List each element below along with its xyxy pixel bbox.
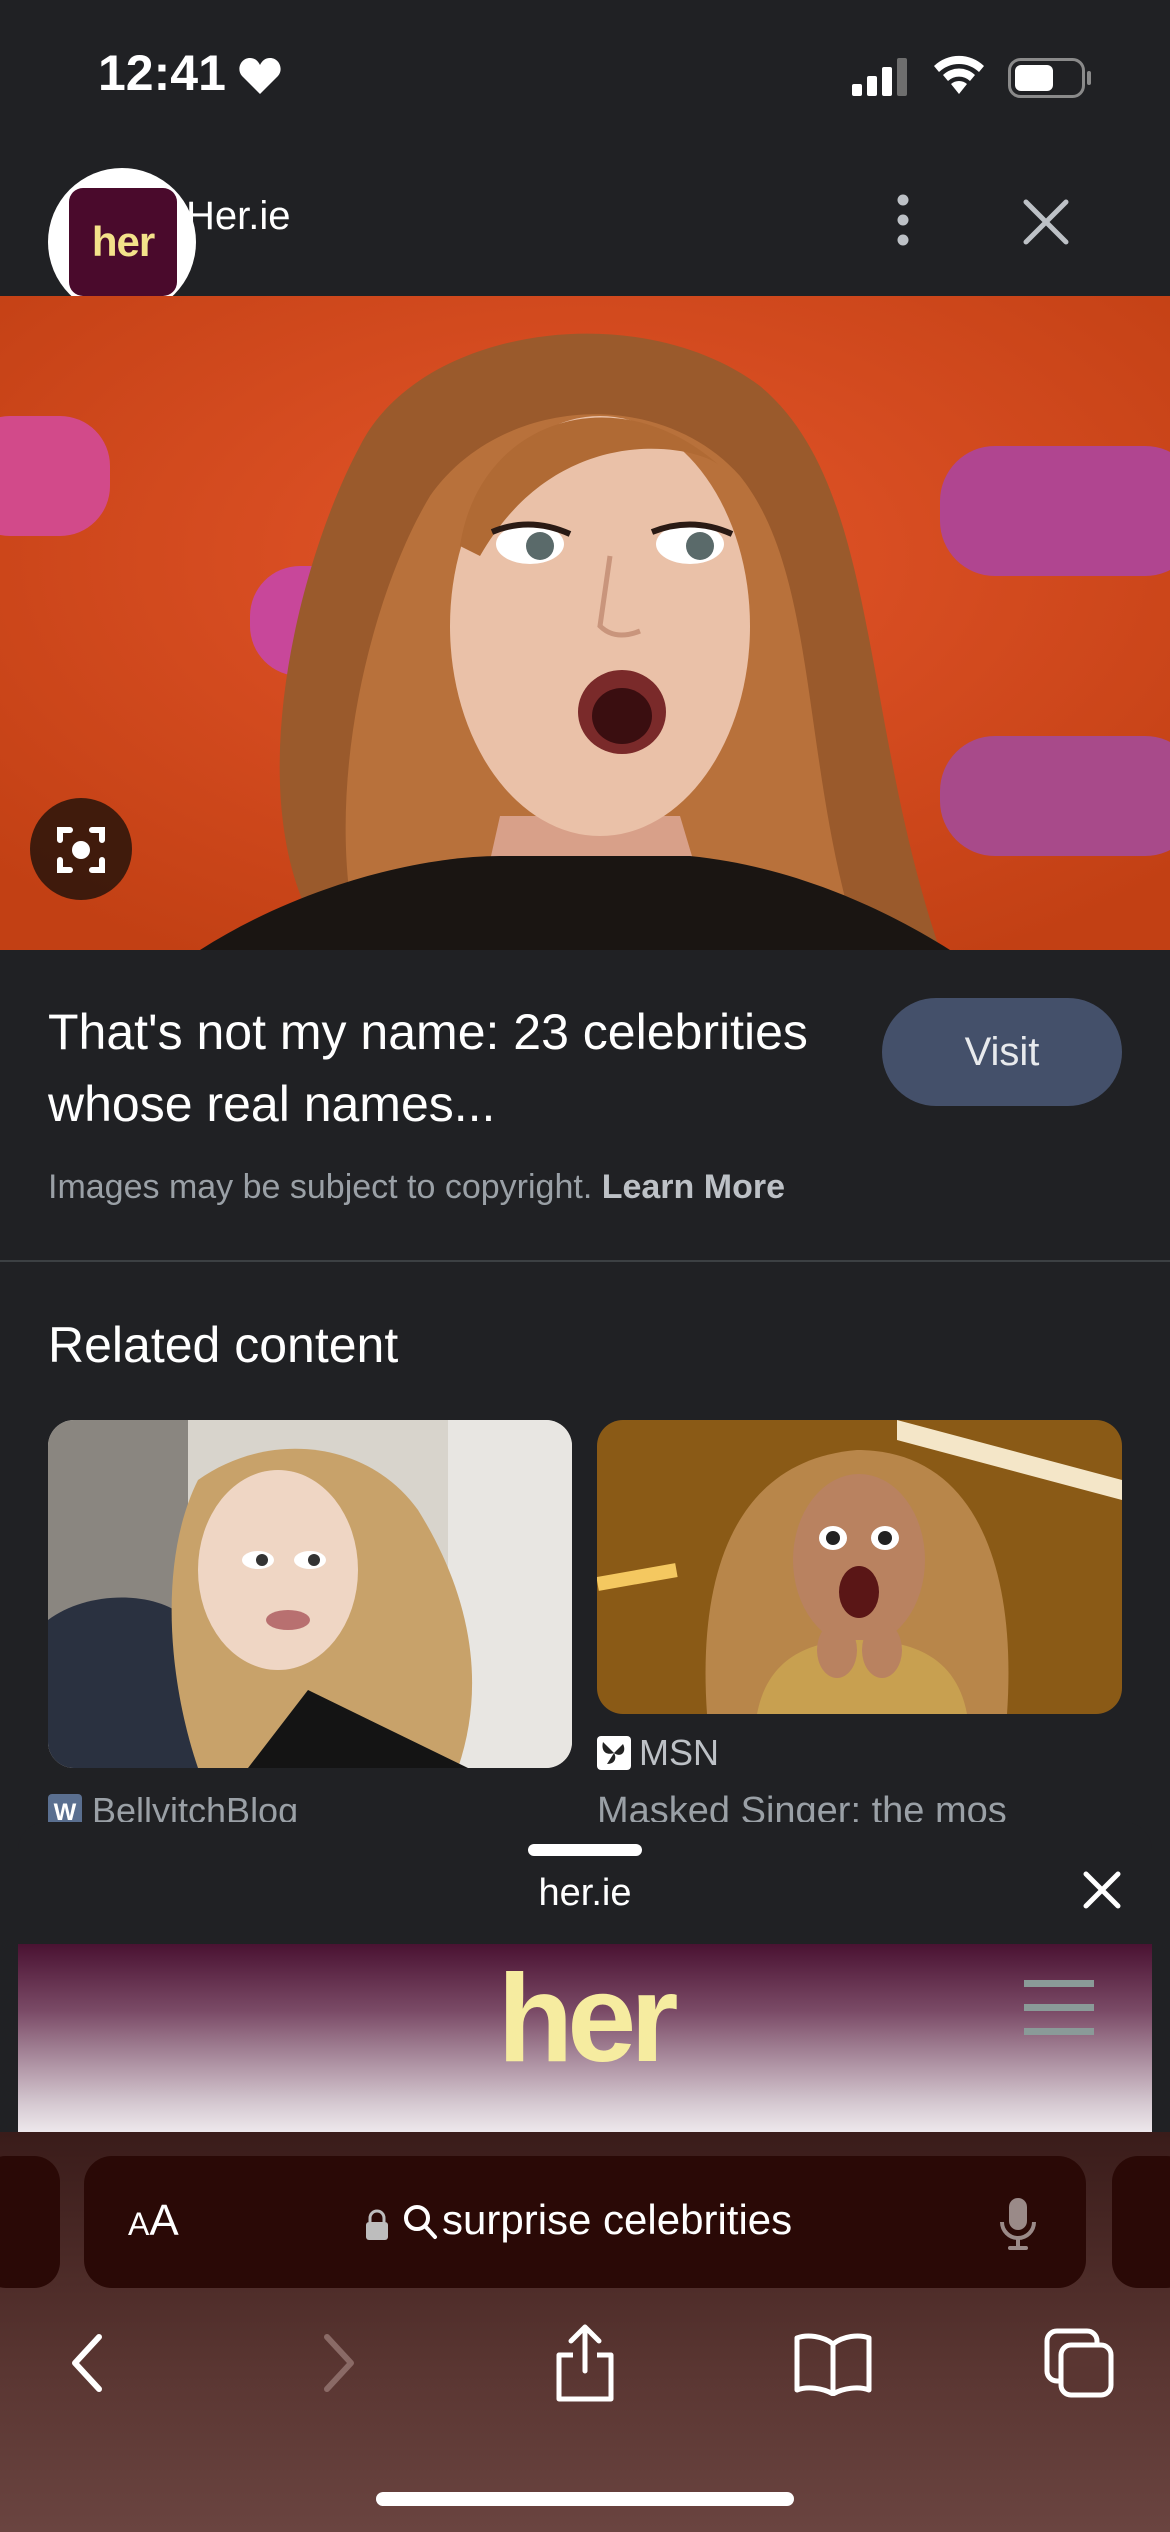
back-icon[interactable] [42,2318,132,2408]
learn-more-link[interactable]: Learn More [602,1168,785,1206]
close-icon[interactable] [1020,196,1072,248]
result-title[interactable]: That's not my name: 23 celebrities whose… [48,996,858,1140]
main-image[interactable] [0,296,1170,950]
related-image-2[interactable] [597,1420,1122,1714]
related-source-2: MSN [597,1732,719,1774]
previous-tab-peek[interactable] [0,2156,60,2288]
forward-icon[interactable] [294,2318,384,2408]
wifi-icon [932,54,986,101]
mic-icon[interactable] [998,2196,1038,2257]
related-heading: Related content [48,1317,399,1373]
site-logo: her [497,1950,679,2088]
hamburger-menu-icon[interactable] [1024,1978,1094,2038]
source-name[interactable]: Her.ie [186,194,291,239]
site-preview[interactable]: her [18,1944,1152,2132]
visit-button[interactable]: Visit [882,998,1122,1106]
more-vert-icon[interactable] [880,188,926,252]
sheet-drag-handle[interactable] [528,1844,642,1856]
share-icon[interactable] [540,2318,630,2408]
close-icon[interactable] [1078,1866,1126,1914]
her-logo: her [69,188,177,296]
lens-icon[interactable] [30,798,132,900]
lock-icon [364,2208,390,2247]
bookmarks-icon[interactable] [788,2318,878,2408]
related-source-label-2: MSN [639,1732,719,1773]
copyright-notice: Images may be subject to copyright. Lear… [48,1168,785,1207]
address-text[interactable]: surprise celebrities [442,2196,792,2244]
home-indicator[interactable] [376,2492,794,2506]
preview-sheet[interactable]: her.ie her [18,1822,1152,2132]
status-time: 12:41 [98,45,226,101]
search-icon [402,2202,438,2247]
signal-icon [852,58,912,101]
divider [0,1260,1170,1262]
battery-icon [1008,58,1092,103]
related-image-1[interactable] [48,1420,572,1768]
next-tab-peek[interactable] [1112,2156,1170,2288]
sheet-domain: her.ie [538,1872,632,1914]
butterfly-icon [597,1736,631,1770]
copyright-text: Images may be subject to copyright. [48,1168,593,1206]
tabs-icon[interactable] [1034,2318,1124,2408]
heart-icon [238,56,282,101]
page-settings-button[interactable]: AA [128,2196,179,2246]
